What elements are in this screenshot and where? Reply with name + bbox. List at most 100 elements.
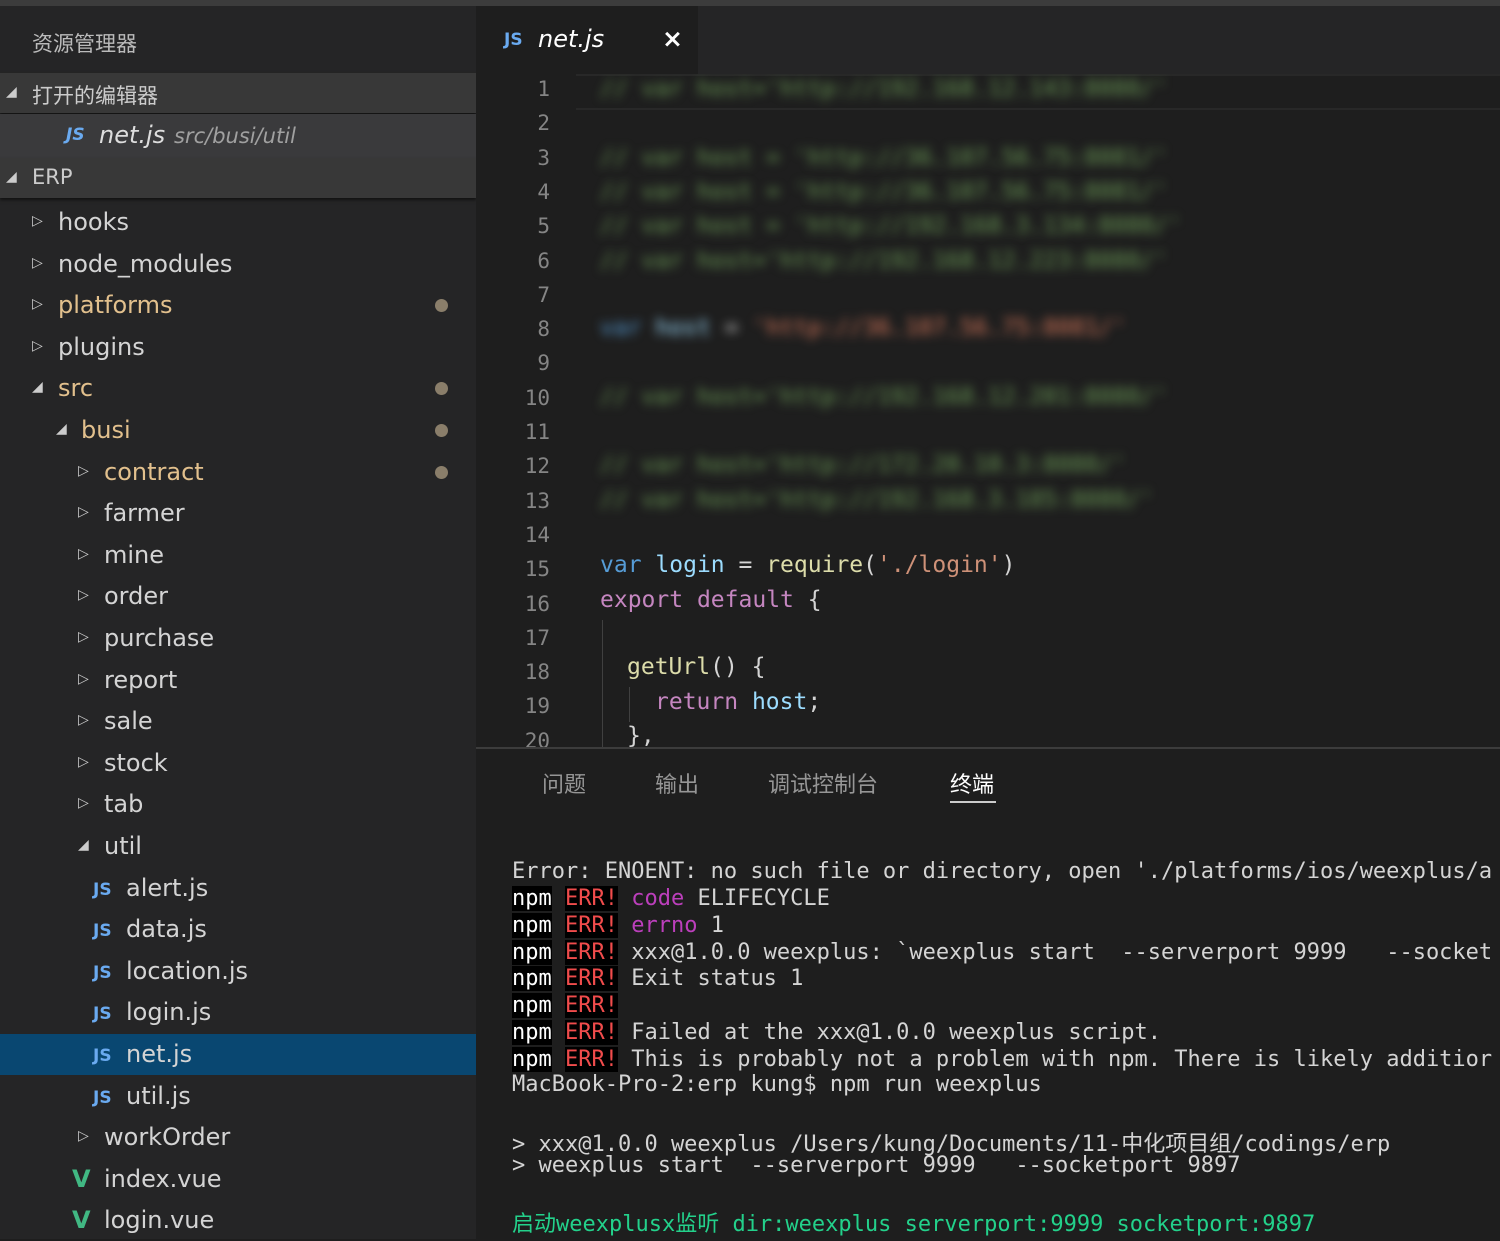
tree-item[interactable]: ▷ workOrder [0,1117,476,1158]
chevron-down-icon[interactable]: ◢ [78,837,89,853]
tree-item[interactable]: Vlogin.vue [0,1200,476,1239]
chevron-right-icon[interactable]: ▷ [32,338,43,354]
npm-err-line: npm ERR! xxx@1.0.0 weexplus: `weexplus s… [512,940,1492,965]
npm-err-line: npm ERR! [512,993,618,1018]
close-icon[interactable]: × [662,24,683,53]
tree-item-label: data.js [126,915,207,943]
tree-item[interactable]: JS net.js [0,1034,476,1075]
tree-item[interactable]: ◢ busi [0,410,476,451]
tree-item-label: farmer [104,499,185,527]
tree-item[interactable]: ▷ platforms [0,285,476,326]
code-editor[interactable]: 1 2 3 4 5 6 7 8 9 10 11 12 13 14 15 16 17 18 19 20 // var h… [476,74,1500,747]
js-file-icon: JS [93,1004,112,1024]
tab-net-js[interactable]: JS net.js × [476,6,698,74]
line-number: 5 [537,214,550,238]
tree-item[interactable]: ▷ mine [0,535,476,576]
tree-item-label: report [104,666,178,694]
err-tag: ERR! [565,913,618,938]
chevron-down-icon[interactable]: ◢ [56,421,67,437]
err-text: 1 [697,913,724,938]
tree-item[interactable]: JS util.js [0,1076,476,1117]
err-text: xxx@1.0.0 weexplus: `weexplus start --se… [631,940,1493,965]
code-line-8: var host = 'http://36.107.56.75:8081/' [600,315,1126,341]
chevron-right-icon[interactable]: ▷ [78,1128,89,1144]
open-editors-header[interactable]: ◢ 打开的编辑器 [0,73,476,113]
panel-tab-terminal[interactable]: 终端 [950,767,994,799]
open-editor-filename: net.js [99,121,166,149]
err-tag: ERR! [565,1047,618,1072]
line-number: 2 [537,111,550,135]
chevron-right-icon[interactable]: ▷ [78,754,89,770]
line-number: 3 [537,146,550,170]
tree-item-label: net.js [126,1040,193,1068]
tree-item-label: src [58,374,94,402]
code-line-10: // var host='http://192.168.12.201:8080/… [600,384,1168,410]
tree-item[interactable]: ▷ sale [0,701,476,742]
tree-item[interactable]: ▷ farmer [0,493,476,534]
tree-item[interactable]: JS login.js [0,992,476,1033]
open-editor-filepath: src/busi/util [174,124,296,148]
tree-item[interactable]: JS location.js [0,951,476,992]
chevron-right-icon[interactable]: ▷ [78,504,89,520]
tree-item[interactable]: ◢ src [0,368,476,409]
semicolon-token: ; [807,689,822,715]
tree-item[interactable]: ▷ plugins [0,327,476,368]
chevron-right-icon[interactable]: ▷ [78,587,89,603]
err-text: Failed at the xxx@1.0.0 weexplus script. [631,1020,1162,1045]
panel-tab-problems[interactable]: 问题 [542,767,586,799]
chevron-right-icon[interactable]: ▷ [78,795,89,811]
npm-prefix: npm [512,940,552,965]
chevron-right-icon[interactable]: ▷ [78,712,89,728]
tree-item-label: plugins [58,333,145,361]
tree-item[interactable]: ▷ stock [0,743,476,784]
tree-item-label: location.js [126,957,249,985]
err-text: This is probably not a problem with npm.… [631,1047,1493,1072]
err-tag: ERR! [565,940,618,965]
npm-prefix: npm [512,1047,552,1072]
tree-item[interactable]: ▷ purchase [0,618,476,659]
tree-item[interactable]: ▷ tab [0,784,476,825]
tree-item[interactable]: ◢ util [0,826,476,867]
tree-item-label: busi [81,416,131,444]
tree-item[interactable]: ▷ report [0,660,476,701]
tree-item[interactable]: ▷ hooks [0,202,476,243]
tree-item-label: util.js [126,1082,191,1110]
code-line-3: // var host = 'http://36.107.56.75:8081/… [600,145,1168,171]
string-token: 'http://36.107.56.75:8081/' [752,315,1127,341]
line-number: 4 [537,180,550,204]
line-number: 10 [524,386,550,410]
line-number: 8 [537,317,550,341]
indent-guide [602,620,603,747]
tree-item[interactable]: JS data.js [0,909,476,950]
npm-prefix: npm [512,1020,552,1045]
tree-item-label: util [104,832,142,860]
chevron-right-icon[interactable]: ▷ [78,629,89,645]
tree-item[interactable]: ▷ node_modules [0,244,476,285]
panel-tab-output[interactable]: 输出 [655,767,699,799]
chevron-right-icon[interactable]: ▷ [32,296,43,312]
js-file-icon: JS [93,963,112,983]
line-number: 7 [537,283,550,307]
panel-tab-debug-console[interactable]: 调试控制台 [768,767,878,799]
code-line-5: // var host = 'http://192.168.3.134:8080… [600,213,1182,239]
line-number: 19 [524,694,550,718]
tree-item[interactable]: JS alert.js [0,868,476,909]
tree-item[interactable]: ▷ contract [0,452,476,493]
chevron-right-icon[interactable]: ▷ [78,671,89,687]
project-header-erp[interactable]: ◢ ERP [0,158,476,198]
tree-item[interactable]: ▷ order [0,576,476,617]
err-tag: ERR! [565,1020,618,1045]
line-number: 15 [524,557,550,581]
line-number: 12 [524,454,550,478]
tree-item-label: platforms [58,291,173,319]
code-line-13: // var host='http://192.168.3.185:8080/' [600,487,1154,513]
chevron-down-icon[interactable]: ◢ [32,379,43,395]
chevron-right-icon[interactable]: ▷ [78,546,89,562]
tree-item[interactable]: Vindex.vue [0,1159,476,1200]
js-file-icon: JS [66,125,85,145]
chevron-right-icon[interactable]: ▷ [78,463,89,479]
operator-token: = [724,552,767,578]
chevron-right-icon[interactable]: ▷ [32,255,43,271]
chevron-right-icon[interactable]: ▷ [32,213,43,229]
open-editor-item-net-js[interactable]: JS net.js src/busi/util [0,114,476,160]
